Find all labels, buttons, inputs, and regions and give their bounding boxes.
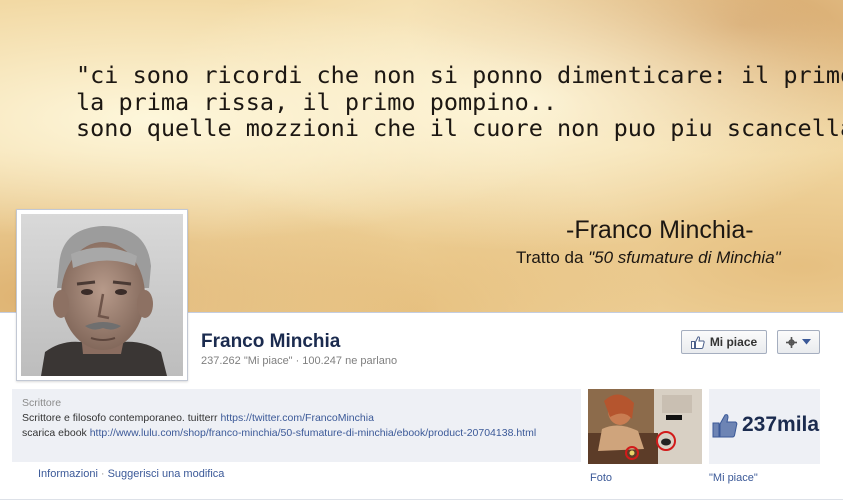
page-stats: 237.262 "Mi piace" · 100.247 ne parlano [201, 355, 397, 367]
divider [0, 499, 843, 500]
cover-source-prefix: Tratto da [516, 248, 589, 267]
page-category: Scrittore [22, 397, 62, 409]
info-link[interactable]: Informazioni [38, 468, 98, 480]
about-links: Informazioni · Suggerisci una modifica [38, 468, 224, 480]
suggest-edit-link[interactable]: Suggerisci una modifica [108, 468, 225, 480]
like-button-label: Mi piace [709, 335, 758, 349]
like-button[interactable]: Mi piace [681, 330, 767, 354]
likes-count-text: 237.262 "Mi piace" [201, 355, 293, 367]
likes-count: 237mila [742, 413, 820, 436]
likes-label[interactable]: "Mi piace" [709, 472, 758, 484]
profile-photo [21, 214, 183, 376]
thumbs-up-icon [690, 335, 705, 349]
stats-separator: · [295, 355, 300, 367]
profile-picture[interactable] [16, 209, 188, 381]
links-separator: · [100, 468, 105, 480]
ebook-link[interactable]: http://www.lulu.com/shop/franco-minchia/… [90, 427, 536, 439]
photos-label[interactable]: Foto [590, 472, 612, 484]
thumbs-up-icon [712, 414, 738, 438]
twitter-link[interactable]: https://twitter.com/FrancoMinchia [220, 412, 373, 424]
cover-signature: -Franco Minchia- [566, 216, 754, 244]
gear-icon [786, 336, 797, 348]
cover-quote: "ci sono ricordi che non si ponno diment… [76, 61, 843, 142]
about-description: Scrittore e filosofo contemporaneo. tuit… [22, 411, 571, 426]
cover-source-title: "50 sfumature di Minchia" [588, 248, 781, 267]
photos-thumbnail[interactable] [588, 389, 702, 464]
ebook-line: scarica ebook http://www.lulu.com/shop/f… [22, 426, 571, 441]
ebook-text: scarica ebook [22, 427, 90, 439]
page-title[interactable]: Franco Minchia [201, 331, 340, 353]
photo-image [588, 389, 702, 464]
about-box: Scrittore Scrittore e filosofo contempor… [12, 389, 581, 462]
page-options-button[interactable] [777, 330, 820, 354]
talking-count-text: 100.247 ne parlano [302, 355, 398, 367]
chevron-down-icon [802, 339, 811, 345]
cover-source: Tratto da "50 sfumature di Minchia" [516, 248, 781, 268]
description-text: Scrittore e filosofo contemporaneo. tuit… [22, 412, 221, 424]
